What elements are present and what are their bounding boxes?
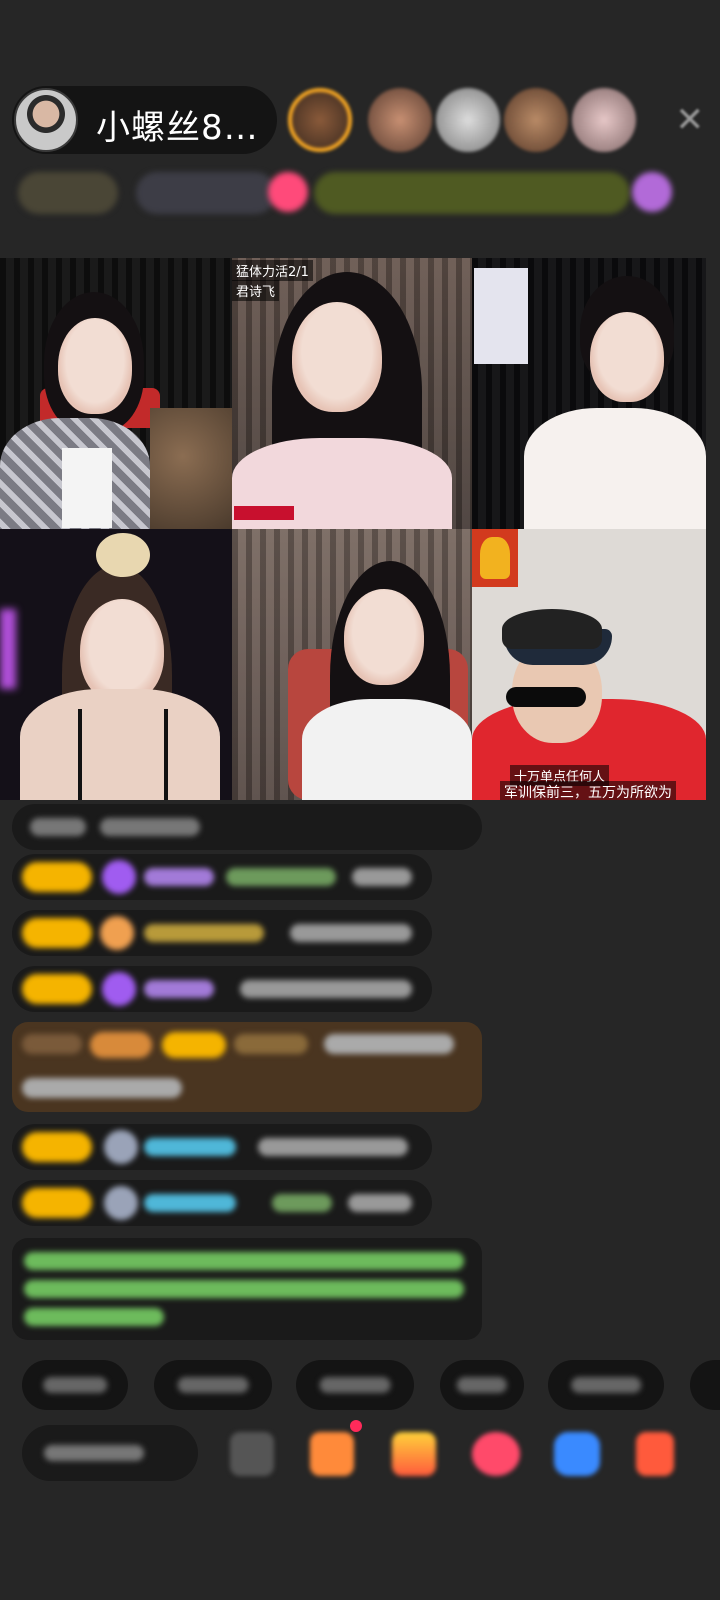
- quick-reply-chip[interactable]: [548, 1360, 664, 1410]
- sunglasses: [506, 687, 586, 707]
- gift-icon[interactable]: [268, 172, 308, 212]
- gift-box-icon[interactable]: [310, 1432, 354, 1476]
- stream-caption: 军训保前三，五万为所欲为: [500, 781, 676, 800]
- viewer-avatar[interactable]: [504, 88, 568, 152]
- chat-message[interactable]: [12, 804, 482, 850]
- more-icon[interactable]: [636, 1432, 674, 1476]
- level-badge: [22, 974, 92, 1004]
- quick-reply-chip[interactable]: [154, 1360, 272, 1410]
- guest-video-tile[interactable]: [232, 529, 472, 800]
- guest-face: [58, 318, 132, 414]
- guest-video-tile[interactable]: [0, 529, 232, 800]
- viewer-avatar[interactable]: [572, 88, 636, 152]
- bear-ears-accessory: [96, 533, 150, 577]
- user-avatar: [104, 1186, 138, 1220]
- guest-face: [80, 599, 164, 703]
- stream-banner: [234, 506, 294, 520]
- chat-message[interactable]: [12, 966, 432, 1012]
- level-badge: [22, 918, 92, 948]
- rank-tag[interactable]: [18, 172, 118, 214]
- level-badge: [22, 862, 92, 892]
- share-icon[interactable]: [554, 1432, 600, 1476]
- guest-face: [590, 312, 664, 402]
- chat-message[interactable]: [12, 1180, 432, 1226]
- ring-light: [474, 268, 528, 364]
- guest-body: [524, 408, 706, 529]
- event-icon[interactable]: [632, 172, 672, 212]
- host-name: 小螺丝8…: [96, 108, 259, 148]
- system-notice: [12, 1238, 482, 1340]
- guest-video-tile[interactable]: [472, 258, 706, 529]
- chat-message[interactable]: [12, 854, 432, 900]
- guest-body: [302, 699, 472, 800]
- close-icon[interactable]: ✕: [676, 100, 705, 140]
- notification-dot: [350, 1420, 362, 1432]
- gift-icon[interactable]: [392, 1432, 436, 1476]
- level-badge: [22, 1132, 92, 1162]
- comment-input[interactable]: [22, 1425, 198, 1481]
- gem-icon: [102, 860, 136, 894]
- host-avatar[interactable]: [14, 88, 78, 152]
- quick-reply-chip[interactable]: [440, 1360, 524, 1410]
- top-bar: 小螺丝8… ✕: [12, 86, 712, 154]
- guest-face: [344, 589, 424, 685]
- level-badge: [22, 1188, 92, 1218]
- guest-video-tile[interactable]: 十万单点任何人 军训保前三，五万为所欲为: [472, 529, 706, 800]
- user-avatar: [104, 1130, 138, 1164]
- stream-caption: 君诗飞: [232, 280, 280, 301]
- fans-tag[interactable]: [136, 172, 276, 214]
- quick-reply-chip[interactable]: [690, 1360, 720, 1410]
- stream-caption: 猛体力活2/1: [232, 260, 313, 281]
- viewer-avatar[interactable]: [288, 88, 352, 152]
- red-envelope-icon[interactable]: [472, 1432, 520, 1476]
- room-tags-row: [18, 172, 698, 216]
- cat-image: [150, 408, 232, 529]
- gem-icon: [102, 972, 136, 1006]
- activity-tag[interactable]: [314, 172, 630, 214]
- viewer-avatar[interactable]: [368, 88, 432, 152]
- chat-highlight-message[interactable]: [12, 1022, 482, 1112]
- viewer-avatar[interactable]: [436, 88, 500, 152]
- quick-reply-chip[interactable]: [22, 1360, 128, 1410]
- chat-message[interactable]: [12, 1124, 432, 1170]
- multi-guest-video-grid: 猛体力活2/1 君诗飞 十万单点任何人 军训保前三，五万为所欲为: [0, 258, 706, 800]
- quick-reply-chip[interactable]: [296, 1360, 414, 1410]
- guest-face: [292, 302, 382, 412]
- emoji-icon[interactable]: [230, 1432, 274, 1476]
- chat-message[interactable]: [12, 910, 432, 956]
- guest-video-tile[interactable]: [0, 258, 232, 529]
- guest-video-tile[interactable]: 猛体力活2/1 君诗飞: [232, 258, 472, 529]
- heart-icon: [100, 916, 134, 950]
- host-info-pill[interactable]: 小螺丝8…: [12, 86, 277, 154]
